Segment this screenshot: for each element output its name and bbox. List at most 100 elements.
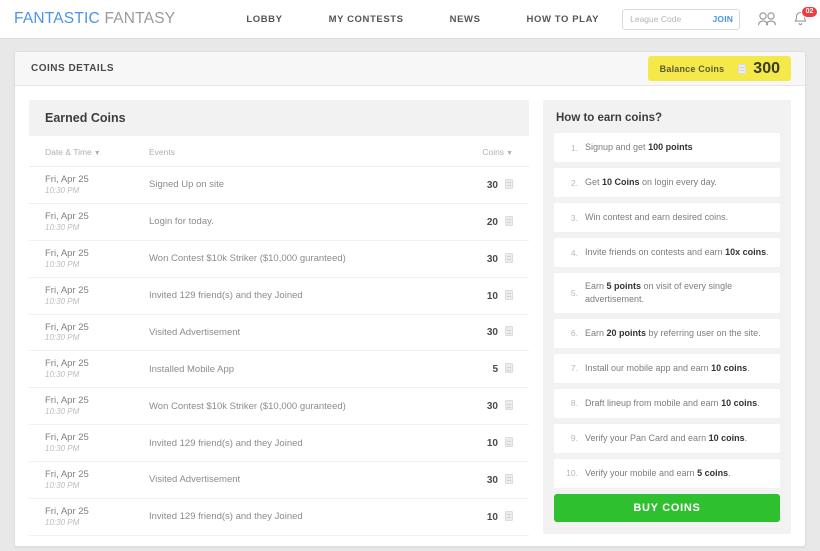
logo-primary-text: FANTASTIC bbox=[14, 10, 100, 27]
table-row[interactable]: Fri, Apr 25 10:30 PM Signed Up on site 30 bbox=[29, 166, 529, 204]
how-to-earn-item[interactable]: 1. Signup and get 100 points bbox=[554, 133, 780, 162]
table-row[interactable]: Fri, Apr 25 10:30 PM Installed Mobile App 5 bbox=[29, 350, 529, 389]
how-to-earn-item[interactable]: 9. Verify your Pan Card and earn 10 coins… bbox=[554, 423, 780, 453]
how-to-earn-item[interactable]: 3. Win contest and earn desired coins. bbox=[554, 203, 780, 232]
cell-coins: 30 bbox=[463, 240, 529, 278]
how-to-earn-item[interactable]: 8. Draft lineup from mobile and earn 10 c… bbox=[554, 388, 780, 418]
cell-date: Fri, Apr 25 10:30 PM bbox=[29, 166, 149, 204]
table-row[interactable]: Fri, Apr 25 10:30 PM Won Contest $10k Stri… bbox=[29, 387, 529, 426]
coin-stack-icon bbox=[738, 63, 747, 74]
how-to-earn-item[interactable]: 2. Get 10 Coins on login every day. bbox=[554, 168, 780, 197]
column-header-events-label: Events bbox=[149, 147, 175, 157]
column-header-date-label: Date & Time bbox=[45, 147, 92, 157]
how-to-earn-item[interactable]: 7. Install our mobile app and earn 10 coi… bbox=[554, 353, 780, 383]
coin-stack-icon bbox=[505, 473, 513, 484]
top-navigation-bar: FANTASTIC FANTASY LOBBY MY CONTESTS NEWS… bbox=[0, 0, 820, 39]
row-coins-amount: 5 bbox=[492, 364, 498, 376]
column-header-date[interactable]: Date & Time ▼ bbox=[29, 136, 149, 167]
how-to-earn-item-text: Win contest and earn desired coins. bbox=[585, 212, 729, 223]
table-row[interactable]: Fri, Apr 25 10:30 PM Visited Advertisement… bbox=[29, 461, 529, 499]
row-date: Fri, Apr 25 bbox=[45, 395, 89, 407]
row-date: Fri, Apr 25 bbox=[45, 432, 89, 444]
row-coins-amount: 10 bbox=[486, 438, 498, 450]
how-to-earn-item-text: Verify your mobile and earn 5 coins. bbox=[585, 467, 731, 478]
how-to-earn-item-number: 10. bbox=[566, 468, 578, 479]
coin-stack-icon bbox=[505, 510, 513, 521]
coin-stack-icon bbox=[505, 215, 513, 226]
how-to-earn-item-number: 8. bbox=[570, 398, 578, 409]
coin-stack-icon bbox=[505, 326, 513, 337]
row-date: Fri, Apr 25 bbox=[45, 321, 89, 333]
how-to-earn-item-text: Invite friends on contests and earn 10x … bbox=[585, 247, 769, 258]
nav-item-lobby[interactable]: LOBBY bbox=[223, 14, 305, 25]
logo-secondary-text: FANTASY bbox=[104, 10, 176, 27]
row-coins-amount: 30 bbox=[486, 401, 498, 413]
nav-item-news[interactable]: NEWS bbox=[427, 14, 504, 25]
nav-item-my-contests[interactable]: MY CONTESTS bbox=[306, 14, 427, 25]
table-row[interactable]: Fri, Apr 25 10:30 PM Won Contest $10k Stri… bbox=[29, 240, 529, 278]
site-logo[interactable]: FANTASTIC FANTASY bbox=[14, 10, 175, 28]
league-code-box: JOIN bbox=[622, 8, 741, 30]
cell-coins: 10 bbox=[463, 424, 529, 462]
table-row[interactable]: Fri, Apr 25 10:30 PM Invited 129 friend(s)… bbox=[29, 498, 529, 536]
row-time: 10:30 PM bbox=[45, 185, 80, 195]
coin-stack-icon bbox=[505, 289, 513, 300]
header-right-zone: JOIN 02 Jacqueline C 300 coins bbox=[622, 3, 820, 36]
cell-event: Invited 129 friend(s) and they Joined bbox=[149, 498, 463, 536]
users-icon[interactable] bbox=[757, 12, 777, 26]
cell-event: Signed Up on site bbox=[149, 166, 463, 204]
how-to-earn-item-text: Get 10 Coins on login every day. bbox=[585, 177, 717, 188]
how-to-earn-item-number: 1. bbox=[570, 142, 578, 153]
row-time: 10:30 PM bbox=[45, 480, 80, 490]
table-row[interactable]: Fri, Apr 25 10:30 PM Login for today. 20 bbox=[29, 203, 529, 241]
join-button[interactable]: JOIN bbox=[712, 14, 733, 24]
how-to-earn-item[interactable]: 5. Earn 5 points on visit of every single… bbox=[554, 273, 780, 313]
how-to-earn-item-number: 2. bbox=[570, 177, 578, 188]
how-to-earn-item-text: Earn 5 points on visit of every single a… bbox=[585, 281, 733, 304]
how-to-earn-item-number: 9. bbox=[570, 433, 578, 444]
column-header-coins[interactable]: Coins ▼ bbox=[463, 136, 529, 167]
card-header: COINS DETAILS Balance Coins 300 bbox=[15, 52, 805, 86]
row-date: Fri, Apr 25 bbox=[45, 210, 89, 222]
sort-caret-icon: ▼ bbox=[506, 150, 513, 157]
balance-coins-badge[interactable]: Balance Coins 300 bbox=[647, 56, 791, 81]
row-coins-amount: 30 bbox=[486, 327, 498, 339]
table-row[interactable]: Fri, Apr 25 10:30 PM Visited Advertisement… bbox=[29, 314, 529, 352]
how-to-earn-item[interactable]: 4. Invite friends on contests and earn 10… bbox=[554, 238, 780, 267]
row-coins-amount: 10 bbox=[486, 290, 498, 302]
how-to-earn-coins-panel: How to earn coins? 1. Signup and get 100 … bbox=[543, 100, 791, 534]
row-coins-amount: 30 bbox=[486, 474, 498, 486]
cell-event: Login for today. bbox=[149, 203, 463, 241]
how-to-earn-item-text: Earn 20 points by referring user on the … bbox=[585, 327, 761, 338]
cell-date: Fri, Apr 25 10:30 PM bbox=[29, 387, 149, 426]
earned-coins-table: Date & Time ▼ Events Coins ▼ Fri, Apr 25 10… bbox=[29, 136, 529, 536]
row-date: Fri, Apr 25 bbox=[45, 284, 89, 296]
row-time: 10:30 PM bbox=[45, 259, 80, 269]
cell-date: Fri, Apr 25 10:30 PM bbox=[29, 350, 149, 389]
how-to-earn-coins-list: 1. Signup and get 100 points 2. Get 10 Coin… bbox=[554, 133, 780, 488]
loading-more-row bbox=[29, 536, 529, 546]
cell-date: Fri, Apr 25 10:30 PM bbox=[29, 203, 149, 241]
coin-stack-icon bbox=[505, 400, 513, 411]
buy-coins-button[interactable]: BUY COINS bbox=[554, 493, 780, 522]
how-to-earn-item[interactable]: 10. Verify your mobile and earn 5 coins. bbox=[554, 458, 780, 488]
earned-coins-title: Earned Coins bbox=[45, 111, 126, 125]
how-to-earn-item-number: 6. bbox=[570, 328, 578, 339]
table-row[interactable]: Fri, Apr 25 10:30 PM Invited 129 friend(s)… bbox=[29, 424, 529, 462]
nav-item-how-to-play[interactable]: HOW TO PLAY bbox=[504, 14, 623, 25]
notifications-bell[interactable]: 02 bbox=[793, 6, 818, 27]
page-content: COINS DETAILS Balance Coins 300 Earned C… bbox=[0, 39, 820, 547]
league-code-input[interactable] bbox=[630, 14, 703, 24]
table-row[interactable]: Fri, Apr 25 10:30 PM Invited 129 friend(s)… bbox=[29, 277, 529, 315]
main-nav: LOBBY MY CONTESTS NEWS HOW TO PLAY bbox=[223, 14, 622, 25]
how-to-earn-item[interactable]: 6. Earn 20 points by referring user on th… bbox=[554, 318, 780, 348]
cell-date: Fri, Apr 25 10:30 PM bbox=[29, 314, 149, 352]
row-time: 10:30 PM bbox=[45, 444, 80, 453]
coin-stack-icon bbox=[505, 363, 513, 374]
cell-date: Fri, Apr 25 10:30 PM bbox=[29, 498, 149, 536]
coins-details-card: COINS DETAILS Balance Coins 300 Earned C… bbox=[14, 51, 806, 547]
cell-event: Visited Advertisement bbox=[149, 461, 463, 499]
row-time: 10:30 PM bbox=[45, 517, 80, 527]
cell-event: Visited Advertisement bbox=[149, 314, 463, 352]
row-time: 10:30 PM bbox=[45, 333, 80, 343]
